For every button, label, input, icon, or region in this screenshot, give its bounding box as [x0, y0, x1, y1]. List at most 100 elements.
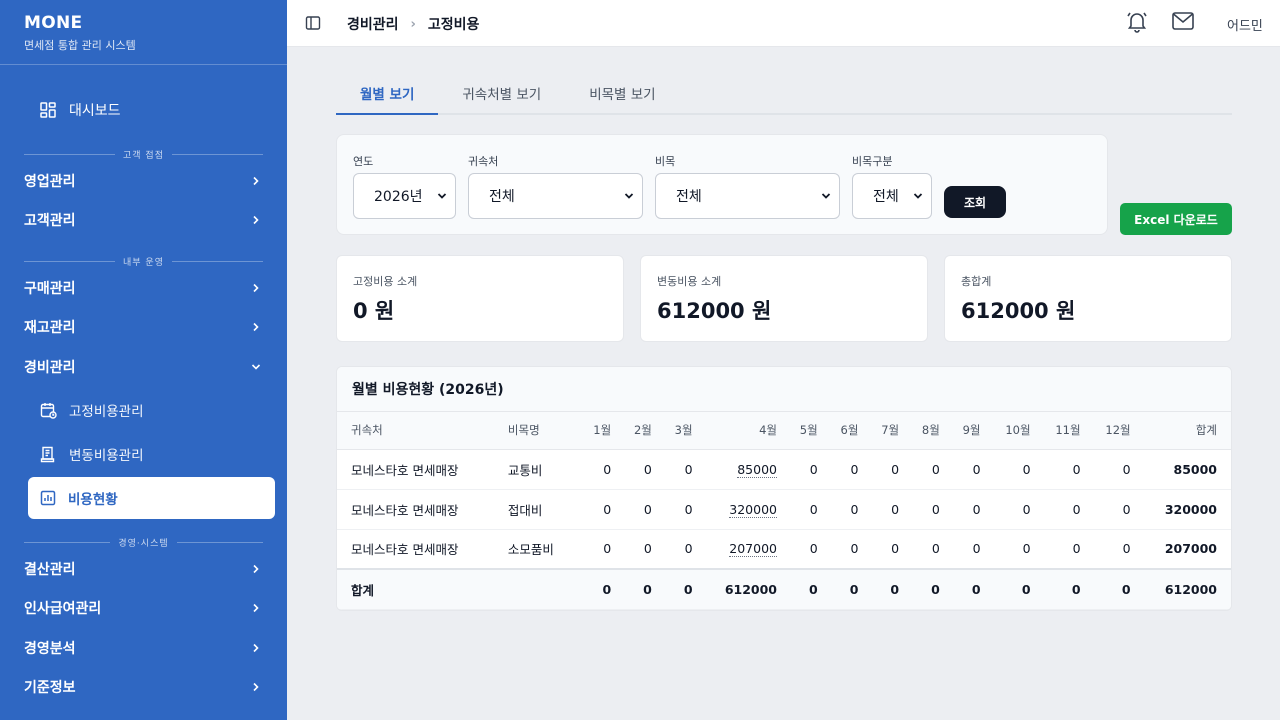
sidebar-subitem-fixed-cost[interactable]: 고정비용관리: [40, 399, 144, 421]
total-cell: 0: [658, 568, 700, 610]
excel-download-button[interactable]: Excel 다운로드: [1120, 203, 1232, 235]
sidebar-item-label: 구매관리: [24, 281, 76, 297]
breadcrumb-item[interactable]: 경비관리: [347, 14, 399, 34]
sidebar-toggle-icon[interactable]: [305, 15, 321, 35]
sidebar-item-customers[interactable]: 고객관리: [24, 208, 263, 232]
table-cell: 모네스타호 면세매장: [337, 529, 501, 570]
sidebar-item-label: 인사급여관리: [24, 601, 102, 617]
table-cell: 모네스타호 면세매장: [337, 449, 501, 490]
total-cell: 0: [1037, 568, 1088, 610]
sidebar-item-settlement[interactable]: 결산관리: [24, 557, 263, 581]
table-cell[interactable]: 320000: [699, 489, 784, 530]
table-cell: 0: [618, 449, 659, 490]
bell-icon[interactable]: [1125, 9, 1149, 37]
table-cell: 0: [987, 449, 1038, 490]
category-label: 비목구분: [852, 155, 893, 168]
table-total-row: 합계 0 0 0 612000 0 0 0 0 0 0 0 0 612000: [337, 568, 1231, 610]
owner-select-value: 전체: [489, 189, 515, 205]
chevron-right-icon: [249, 281, 263, 295]
sidebar-item-label: 재고관리: [24, 320, 76, 336]
column-header: 7월: [865, 412, 907, 450]
search-button[interactable]: 조회: [944, 186, 1006, 218]
table-cell: 0: [1087, 489, 1138, 530]
tab-monthly[interactable]: 월별 보기: [336, 78, 439, 115]
tab-by-owner[interactable]: 귀속처별 보기: [438, 78, 565, 115]
table-cell: 0: [577, 529, 619, 570]
column-header: 9월: [946, 412, 988, 450]
column-header: 5월: [784, 412, 825, 450]
owner-label: 귀속처: [468, 155, 499, 168]
table-cell: 0: [577, 489, 619, 530]
breadcrumb-current: 고정비용: [427, 17, 480, 33]
table-cell: 0: [1087, 449, 1138, 490]
card-value: 612000 원: [961, 299, 1076, 323]
column-header: 8월: [906, 412, 947, 450]
table-cell: 0: [784, 529, 825, 570]
sidebar-item-label: 비용현황: [68, 492, 118, 508]
table-row: 모네스타호 면세매장 접대비 0 0 0 320000 0 0 0 0 0 0 0 0 320000: [337, 489, 1231, 530]
tab-by-item[interactable]: 비목별 보기: [565, 78, 679, 115]
table-cell: 0: [784, 489, 825, 530]
app-subtitle: 면세점 통합 관리 시스템: [24, 39, 136, 52]
item-select[interactable]: 전체: [655, 173, 840, 219]
sidebar-item-label: 고정비용관리: [69, 404, 144, 420]
year-select-value: 2026년: [374, 189, 423, 205]
table-cell: 0: [946, 529, 988, 570]
chevron-down-icon: [437, 193, 447, 199]
sidebar-item-sales[interactable]: 영업관리: [24, 169, 263, 193]
chevron-right-icon: [249, 562, 263, 576]
owner-select[interactable]: 전체: [468, 173, 643, 219]
sidebar-item-label: 기준정보: [24, 680, 76, 696]
sidebar-item-label: 대시보드: [69, 103, 121, 119]
summary-card-total: 총합계 612000 원: [944, 255, 1232, 342]
sidebar-subitem-cost-status[interactable]: 비용현황: [28, 477, 275, 519]
sidebar-item-master-data[interactable]: 기준정보: [24, 675, 263, 699]
table-cell: 모네스타호 면세매장: [337, 489, 501, 530]
table-cell: 0: [658, 489, 700, 530]
table-cell: 0: [658, 449, 700, 490]
category-select[interactable]: 전체: [852, 173, 932, 219]
table-cell: 0: [865, 529, 907, 570]
chevron-down-icon: [624, 193, 634, 199]
table-cell: 0: [824, 449, 866, 490]
summary-card-variable: 변동비용 소계 612000 원: [640, 255, 928, 342]
table-cell[interactable]: 207000: [699, 529, 784, 570]
chevron-down-icon: [821, 193, 831, 199]
total-cell: 합계: [337, 568, 501, 610]
year-select[interactable]: 2026년: [353, 173, 456, 219]
sidebar: MONE 면세점 통합 관리 시스템 대시보드 고객 접점 영업관리 고객관리 …: [0, 0, 287, 720]
sidebar-item-label: 경영분석: [24, 641, 76, 657]
total-cell: 0: [618, 568, 659, 610]
total-cell: 0: [1087, 568, 1138, 610]
total-cell: 0: [784, 568, 825, 610]
dashboard-icon: [40, 102, 56, 118]
sidebar-item-hr-payroll[interactable]: 인사급여관리: [24, 596, 263, 620]
summary-card-fixed: 고정비용 소계 0 원: [336, 255, 624, 342]
table-cell: 85000: [1137, 449, 1231, 490]
table-cell[interactable]: 85000: [699, 449, 784, 490]
table-cell: 320000: [1137, 489, 1231, 530]
monthly-cost-panel: 월별 비용현황 (2026년) 귀속처 비목명 1월 2월 3월 4월 5월 6월 7월 8월 9월…: [336, 366, 1232, 611]
sidebar-item-dashboard[interactable]: 대시보드: [40, 98, 121, 122]
total-cell: 0: [824, 568, 866, 610]
card-label: 변동비용 소계: [657, 275, 722, 288]
sidebar-item-inventory[interactable]: 재고관리: [24, 315, 263, 339]
column-header: 4월: [699, 412, 784, 450]
monthly-cost-table: 귀속처 비목명 1월 2월 3월 4월 5월 6월 7월 8월 9월 10월 11월 12월 합계 모네스타…: [337, 412, 1231, 610]
total-cell: 612000: [1137, 568, 1231, 610]
table-cell: 0: [987, 489, 1038, 530]
mail-icon[interactable]: [1171, 11, 1195, 35]
column-header: 3월: [658, 412, 700, 450]
table-cell: 교통비: [500, 449, 578, 490]
sidebar-item-label: 변동비용관리: [69, 448, 144, 464]
category-select-value: 전체: [873, 189, 899, 205]
card-label: 총합계: [961, 275, 992, 288]
sidebar-item-expenses[interactable]: 경비관리: [24, 355, 263, 379]
sidebar-item-analytics[interactable]: 경영분석: [24, 636, 263, 660]
sidebar-subitem-variable-cost[interactable]: 변동비용관리: [40, 443, 144, 465]
section-label: 내부 운영: [24, 255, 263, 268]
user-menu[interactable]: 어드민: [1227, 15, 1263, 34]
table-cell: 0: [824, 489, 866, 530]
sidebar-item-purchasing[interactable]: 구매관리: [24, 276, 263, 300]
table-header-row: 귀속처 비목명 1월 2월 3월 4월 5월 6월 7월 8월 9월 10월 11월 12월 합계: [337, 412, 1231, 450]
